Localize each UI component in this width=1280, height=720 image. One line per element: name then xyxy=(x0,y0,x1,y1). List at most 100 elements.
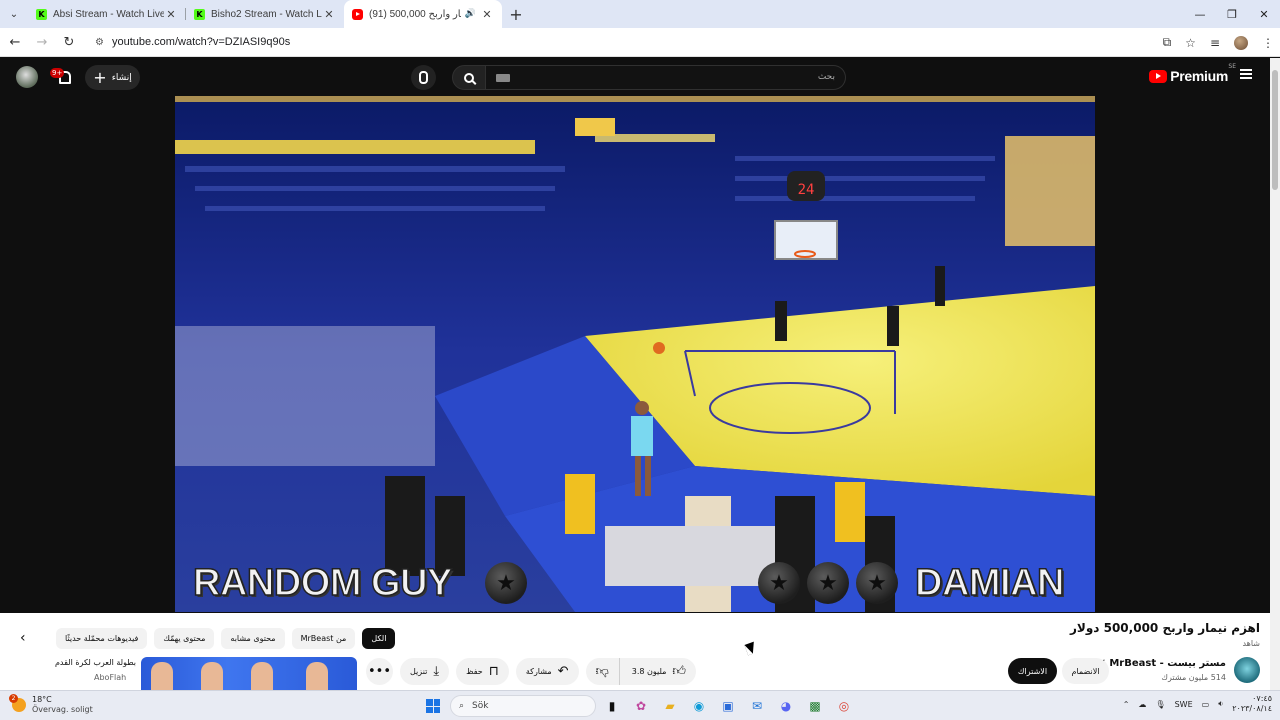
browser-menu-icon[interactable]: ⋮ xyxy=(1262,36,1274,50)
reading-list-icon[interactable]: ≡ xyxy=(1210,36,1220,50)
copilot-icon[interactable]: ✿ xyxy=(631,695,651,717)
reload-icon[interactable]: ↻ xyxy=(57,35,81,50)
url-field[interactable]: ⚙ youtube.com/watch?v=DZIASI9q90s xyxy=(89,31,1149,53)
thumbs-up-icon: 👍︎ xyxy=(672,664,686,679)
onedrive-icon[interactable]: ☁ xyxy=(1138,700,1146,709)
video-title: اهزم نيمار واربح 500,000 دولار xyxy=(1069,621,1260,635)
voice-search-mic-icon[interactable] xyxy=(411,65,436,90)
language-indicator[interactable]: SWE xyxy=(1175,700,1193,709)
minimize-icon[interactable]: — xyxy=(1184,0,1216,28)
search-button[interactable] xyxy=(452,65,486,90)
tray-overflow-chevron-icon[interactable]: ⌃ xyxy=(1123,700,1130,709)
discord-icon[interactable]: ◕ xyxy=(776,695,796,717)
chevron-left-icon[interactable]: ‹ xyxy=(20,630,26,646)
tab-title: Absi Stream - Watch Live on Ki xyxy=(53,8,164,20)
file-explorer-icon[interactable]: ▰ xyxy=(660,695,680,717)
channel-name-text: مستر بيست - MrBeast xyxy=(1109,658,1226,669)
system-tray: ⌃ ☁ 🎙︎ SWE ▭ 🔉︎ ٠٧:٤٥ ٢٠٢٣/٠٨/١٤ xyxy=(1123,694,1272,714)
save-button[interactable]: حفظ ⊓ xyxy=(456,658,509,685)
chip-for-you[interactable]: محتوى يهمّك xyxy=(154,628,215,649)
search-input[interactable]: بحث xyxy=(486,65,846,90)
kick-icon: K xyxy=(36,8,47,20)
more-actions-button[interactable]: ••• xyxy=(366,658,393,685)
tab-title: (91) اهزم نيمار واربح 500,000 xyxy=(369,8,461,20)
page-scrollbar[interactable] xyxy=(1270,58,1280,690)
star-ball-icon: ★ xyxy=(807,562,849,604)
speaker-icon[interactable]: 🔊 xyxy=(465,9,476,19)
edge-icon[interactable]: ◉ xyxy=(689,695,709,717)
browser-tab-3-active[interactable]: (91) اهزم نيمار واربح 500,000 🔊 ✕ xyxy=(344,0,502,28)
clock[interactable]: ٠٧:٤٥ ٢٠٢٣/٠٨/١٤ xyxy=(1232,694,1272,714)
store-icon[interactable]: ▣ xyxy=(718,695,738,717)
address-bar-row: ← → ↻ ⚙ youtube.com/watch?v=DZIASI9q90s … xyxy=(0,28,1280,57)
search-box: بحث xyxy=(452,65,846,90)
youtube-premium-logo[interactable]: Premium SE xyxy=(1149,63,1236,84)
download-button[interactable]: تنزيل ⤓ xyxy=(400,658,450,685)
sun-icon: 2 xyxy=(9,694,26,712)
task-view-icon[interactable]: ▮ xyxy=(602,695,622,717)
mail-icon[interactable]: ✉ xyxy=(747,695,767,717)
like-button[interactable]: 3.8 مليون 👍︎ xyxy=(618,658,696,685)
search-icon: ⌕ xyxy=(459,701,465,711)
chip-all[interactable]: الكل xyxy=(362,628,396,649)
channel-name[interactable]: مستر بيست - MrBeast ✔ xyxy=(1097,658,1226,669)
display-icon[interactable]: ▭ xyxy=(1202,700,1210,709)
chrome-icon[interactable]: ◎ xyxy=(834,695,854,717)
video-player[interactable]: 24 RANDOM GUY ★ ★ ★ ★ DAMIAN xyxy=(175,96,1095,612)
thumbs-down-icon: 👎︎ xyxy=(595,664,609,679)
thumbnail-person xyxy=(201,662,223,690)
chip-new-uploads[interactable]: فيديوهات محمّلة حديثًا xyxy=(56,628,148,649)
hamburger-menu-icon[interactable] xyxy=(1240,69,1252,79)
share-button[interactable]: مشاركة ↶ xyxy=(515,658,579,685)
create-button[interactable]: + إنشاء xyxy=(85,65,140,90)
account-avatar[interactable] xyxy=(16,66,38,88)
youtube-header: Premium SE بحث + إنشاء xyxy=(0,58,1280,96)
download-label: تنزيل xyxy=(410,667,428,676)
new-tab-button[interactable]: + xyxy=(502,5,530,24)
weather-widget[interactable]: 2 18°C Övervag. soligt xyxy=(9,694,93,715)
forward-arrow-icon[interactable]: → xyxy=(30,35,54,50)
recommended-video-thumbnail[interactable] xyxy=(141,657,357,690)
tab-title: Bisho2 Stream - Watch Live on xyxy=(211,8,322,20)
dislike-button[interactable]: 👎︎ xyxy=(586,658,619,685)
channel-avatar[interactable] xyxy=(1234,657,1260,683)
chip-related[interactable]: محتوى مشابه xyxy=(221,628,285,649)
subscribe-button[interactable]: الاشتراك xyxy=(1008,658,1057,684)
pinned-apps: ▮ ✿ ▰ ◉ ▣ ✉ ◕ ▩ ◎ xyxy=(602,695,854,717)
temperature: 18°C xyxy=(32,695,52,704)
date: ٢٠٢٣/٠٨/١٤ xyxy=(1232,704,1272,713)
restore-icon[interactable]: ❐ xyxy=(1216,0,1248,28)
windows-start-icon[interactable] xyxy=(426,699,440,713)
browser-tab-1[interactable]: K Absi Stream - Watch Live on Ki ✕ xyxy=(28,0,186,28)
site-info-icon[interactable]: ⚙ xyxy=(95,37,104,48)
back-arrow-icon[interactable]: ← xyxy=(3,35,27,50)
more-dots-icon: ••• xyxy=(367,664,391,679)
mic-icon[interactable]: 🎙︎ xyxy=(1155,700,1165,709)
profile-avatar[interactable] xyxy=(1234,35,1248,50)
close-tab-icon[interactable]: ✕ xyxy=(480,8,494,21)
youtube-play-icon xyxy=(1149,69,1168,83)
tab-search-chevron-icon[interactable]: ⌄ xyxy=(0,0,28,28)
close-tab-icon[interactable]: ✕ xyxy=(164,8,178,21)
browser-tab-2[interactable]: K Bisho2 Stream - Watch Live on ✕ xyxy=(186,0,344,28)
chip-from-channel[interactable]: من MrBeast xyxy=(291,628,356,649)
close-tab-icon[interactable]: ✕ xyxy=(322,8,336,21)
keyboard-icon[interactable] xyxy=(496,74,510,82)
scroll-thumb[interactable] xyxy=(1272,70,1278,190)
toolbar-actions: ⧉ ☆ ≡ ⋮ xyxy=(1163,28,1274,57)
recommendation-chips: فيديوهات محمّلة حديثًا محتوى يهمّك محتوى… xyxy=(56,628,396,649)
time: ٠٧:٤٥ xyxy=(1252,694,1272,703)
save-label: حفظ xyxy=(466,667,483,676)
share-arrow-icon: ↶ xyxy=(557,664,569,679)
bookmark-star-icon[interactable]: ☆ xyxy=(1185,36,1196,50)
install-app-icon[interactable]: ⧉ xyxy=(1163,35,1172,50)
recommended-video-channel[interactable]: AboFlah xyxy=(94,673,126,682)
youtube-icon xyxy=(352,8,363,20)
join-button[interactable]: الانضمام xyxy=(1062,658,1109,684)
taskbar-search[interactable]: ⌕ Sök xyxy=(450,695,596,717)
app-icon[interactable]: ▩ xyxy=(805,695,825,717)
taskbar-search-label: Sök xyxy=(472,701,489,711)
volume-icon[interactable]: 🔉︎ xyxy=(1218,699,1223,709)
close-window-icon[interactable]: ✕ xyxy=(1248,0,1280,28)
recommended-video-title[interactable]: بطولة العرب لكرة القدم xyxy=(40,658,136,667)
